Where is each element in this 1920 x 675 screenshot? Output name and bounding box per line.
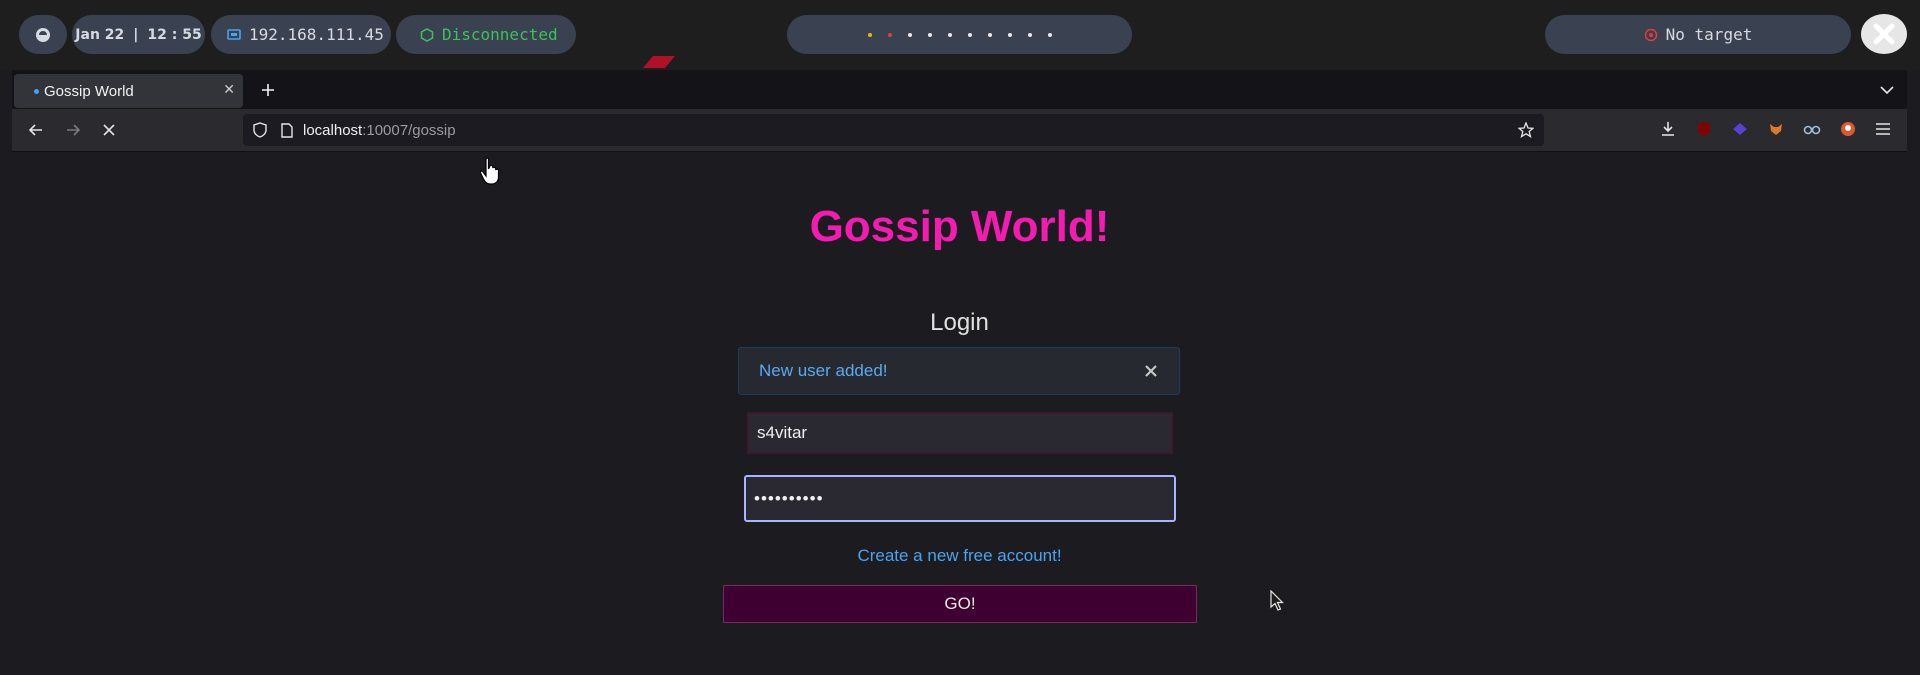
success-alert: New user added! bbox=[738, 347, 1180, 395]
arrow-right-icon bbox=[67, 124, 81, 136]
plus-icon bbox=[262, 84, 274, 96]
arrow-left-icon bbox=[28, 124, 42, 136]
cookie-editor-extension-button[interactable] bbox=[1802, 119, 1822, 139]
tab-loading-icon bbox=[34, 89, 39, 94]
tab-close-icon[interactable]: ✕ bbox=[223, 81, 235, 98]
target-display: No target bbox=[1545, 15, 1851, 54]
tab-title: Gossip World bbox=[44, 82, 134, 100]
network-icon bbox=[227, 28, 241, 40]
new-tab-button[interactable] bbox=[253, 75, 283, 105]
alert-message: New user added! bbox=[759, 361, 888, 380]
login-heading: Login bbox=[930, 309, 989, 336]
browser-navigation-bar: localhost:10007/gossip bbox=[12, 109, 1907, 152]
back-button[interactable] bbox=[22, 116, 50, 144]
workspace-dot[interactable] bbox=[907, 32, 912, 37]
alert-close-button[interactable] bbox=[1141, 361, 1161, 381]
app-menu-button[interactable] bbox=[1873, 119, 1893, 139]
power-button[interactable] bbox=[1861, 14, 1907, 54]
bookmark-star-icon[interactable] bbox=[1518, 122, 1534, 138]
workspace-dot[interactable] bbox=[1047, 32, 1052, 37]
list-all-tabs-button[interactable] bbox=[1873, 76, 1901, 104]
hand-pointer-icon bbox=[479, 157, 500, 185]
go-button[interactable]: GO! bbox=[723, 585, 1197, 623]
launcher-icon bbox=[36, 27, 50, 42]
time-text: 12 : 55 bbox=[147, 26, 202, 43]
ip-display: 192.168.111.45 bbox=[211, 15, 391, 54]
wappalyzer-extension-button[interactable] bbox=[1730, 119, 1750, 139]
username-input[interactable]: s4vitar bbox=[747, 412, 1173, 454]
vpn-status-text: Disconnected bbox=[442, 25, 558, 44]
workspace-dot[interactable] bbox=[987, 32, 992, 37]
wappalyzer-icon bbox=[1733, 123, 1747, 135]
page-title: Gossip World! bbox=[809, 202, 1110, 251]
launcher-button[interactable] bbox=[19, 15, 67, 54]
workspace-dot[interactable] bbox=[867, 32, 872, 37]
workspace-dot[interactable] bbox=[927, 32, 932, 37]
password-input[interactable]: •••••••••• bbox=[744, 475, 1176, 522]
close-icon bbox=[1873, 23, 1895, 45]
close-icon bbox=[1145, 365, 1157, 377]
target-icon bbox=[1644, 28, 1657, 41]
workspace-dot[interactable] bbox=[947, 32, 952, 37]
desktop-top-bar: Jan 22 | 12 : 55 192.168.111.45 Disconne… bbox=[0, 0, 1920, 70]
fox-icon bbox=[1770, 124, 1782, 135]
glasses-icon bbox=[1803, 125, 1821, 135]
tab-gossip-world[interactable]: Gossip World ✕ bbox=[14, 74, 243, 108]
stop-loading-button[interactable] bbox=[95, 116, 123, 144]
workspace-dot[interactable] bbox=[967, 32, 972, 37]
page-content: Gossip World! Login New user added! s4vi… bbox=[12, 152, 1907, 675]
wallpaper-fragment bbox=[642, 56, 676, 68]
url-text[interactable]: localhost:10007/gossip bbox=[303, 122, 456, 139]
create-account-link[interactable]: Create a new free account! bbox=[12, 546, 1907, 566]
forward-button[interactable] bbox=[59, 116, 87, 144]
ublock-extension-button[interactable] bbox=[1694, 119, 1714, 139]
duck-icon bbox=[1841, 122, 1855, 136]
workspace-switcher[interactable] bbox=[787, 15, 1132, 54]
arrow-pointer-icon bbox=[1270, 590, 1284, 611]
date-separator: | bbox=[133, 26, 139, 43]
workspace-dot[interactable] bbox=[1007, 32, 1012, 37]
vpn-icon bbox=[420, 27, 434, 42]
ublock-icon bbox=[1698, 122, 1710, 136]
downloads-button[interactable] bbox=[1658, 119, 1678, 139]
workspace-dot[interactable] bbox=[1027, 32, 1032, 37]
target-text: No target bbox=[1665, 25, 1753, 44]
page-icon bbox=[281, 122, 293, 138]
workspace-dot[interactable] bbox=[887, 32, 892, 37]
foxyproxy-extension-button[interactable] bbox=[1766, 119, 1786, 139]
chevron-down-icon bbox=[1880, 86, 1894, 95]
ip-text: 192.168.111.45 bbox=[249, 25, 384, 44]
browser-tab-bar: Gossip World ✕ bbox=[12, 70, 1907, 109]
hamburger-menu-icon bbox=[1876, 123, 1890, 135]
vpn-status: Disconnected bbox=[396, 15, 576, 54]
date-text: Jan 22 bbox=[75, 26, 125, 43]
url-path: :10007/gossip bbox=[362, 121, 456, 139]
datetime-display: Jan 22 | 12 : 55 bbox=[72, 15, 205, 54]
shield-icon bbox=[253, 122, 267, 138]
url-host: localhost bbox=[303, 121, 363, 139]
close-icon bbox=[103, 124, 115, 136]
address-bar[interactable]: localhost:10007/gossip bbox=[243, 114, 1544, 146]
download-icon bbox=[1662, 122, 1674, 136]
duckduckgo-extension-button[interactable] bbox=[1838, 119, 1858, 139]
